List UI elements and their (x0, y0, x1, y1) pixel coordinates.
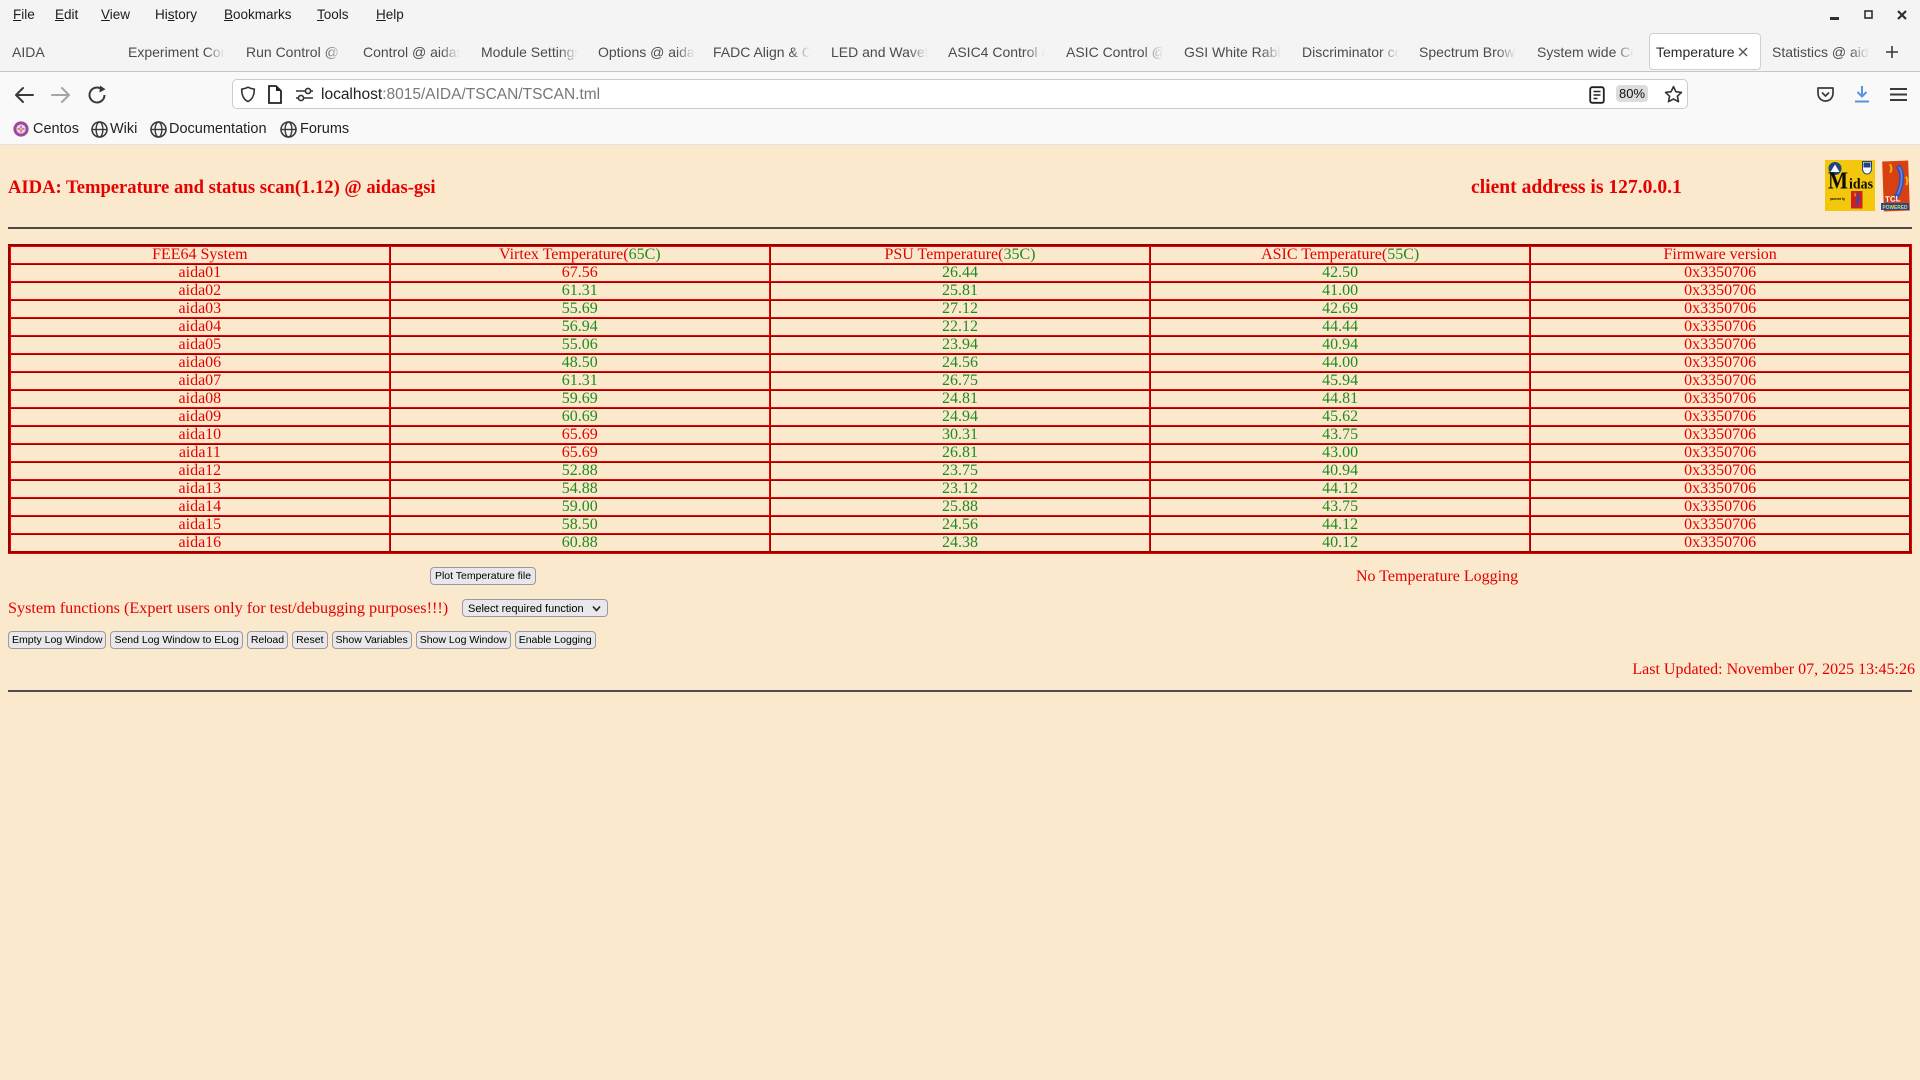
svg-text:idas: idas (1849, 177, 1873, 193)
svg-text:M: M (1828, 169, 1848, 195)
svg-text:TCL: TCL (1885, 194, 1901, 204)
svg-text:powered by: powered by (1830, 197, 1846, 201)
svg-text:POWERED: POWERED (1883, 205, 1908, 211)
